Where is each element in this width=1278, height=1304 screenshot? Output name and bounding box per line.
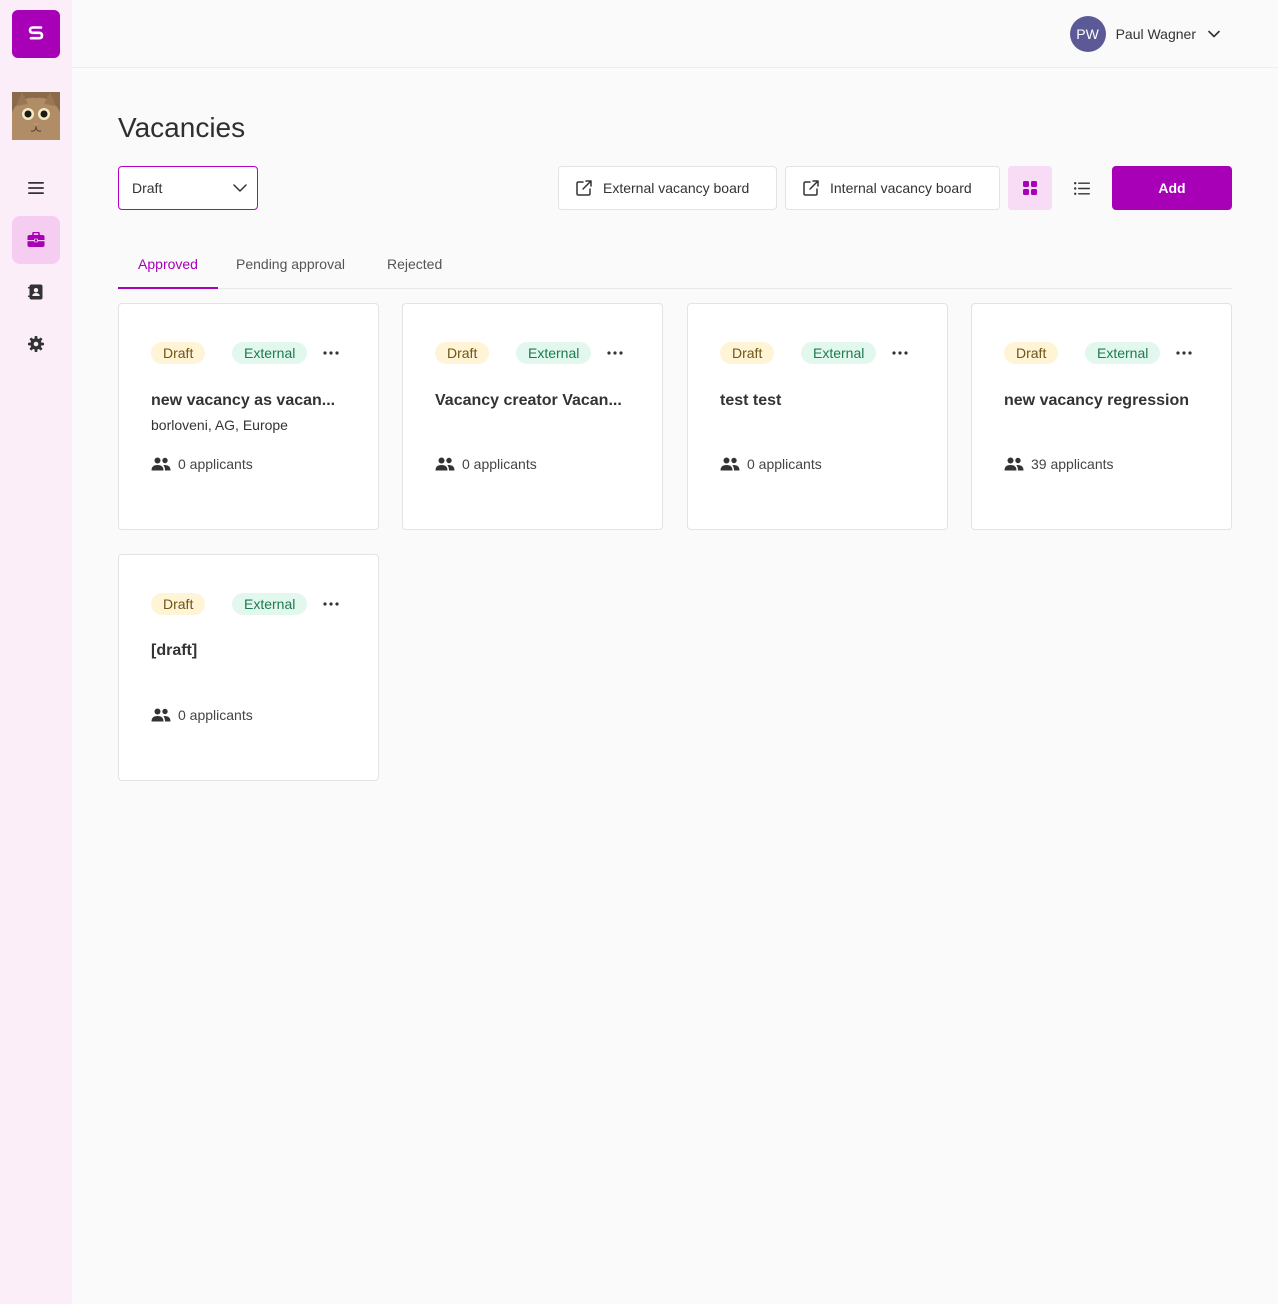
hamburger-icon [28, 182, 44, 194]
people-icon [151, 708, 171, 722]
tab-label: Pending approval [236, 256, 345, 272]
external-vacancy-board-label: External vacancy board [603, 180, 750, 196]
status-badge: Draft [151, 342, 206, 364]
cat-photo [12, 92, 60, 140]
more-options-button[interactable] [888, 342, 912, 364]
more-options-button[interactable] [1172, 342, 1196, 364]
applicants-count: 0 applicants [151, 456, 253, 472]
type-badge: External [516, 342, 592, 364]
vacancy-title: test test [720, 392, 782, 409]
people-icon [720, 457, 740, 471]
tab-pending-approval[interactable]: Pending approval [236, 240, 345, 288]
status-badge: Draft [720, 342, 775, 364]
briefcase-icon [27, 232, 45, 247]
more-dots-icon [1176, 351, 1192, 355]
type-badge: External [801, 342, 877, 364]
tab-label: Approved [138, 256, 198, 272]
list-view-button[interactable] [1060, 166, 1104, 210]
internal-vacancy-board-label: Internal vacancy board [830, 180, 972, 196]
grid-view-button[interactable] [1008, 166, 1052, 210]
status-filter-value: Draft [132, 180, 163, 196]
status-badge: Draft [435, 342, 490, 364]
more-dots-icon [892, 351, 908, 355]
people-icon [151, 457, 171, 471]
vacancy-card[interactable]: Draft External Vacancy creator Vacan... … [402, 303, 663, 530]
add-vacancy-button[interactable]: Add [1112, 166, 1232, 210]
logo-icon [28, 26, 44, 40]
external-vacancy-board-button[interactable]: External vacancy board [558, 166, 777, 210]
more-dots-icon [323, 602, 339, 606]
external-link-icon [803, 180, 819, 196]
user-menu[interactable]: PW Paul Wagner [1069, 16, 1220, 52]
more-dots-icon [607, 351, 623, 355]
vacancy-card[interactable]: Draft External test test 0 applicants [687, 303, 948, 530]
more-dots-icon [323, 351, 339, 355]
people-icon [1004, 457, 1024, 471]
external-link-icon [576, 180, 592, 196]
list-icon [1074, 181, 1090, 195]
applicants-count: 39 applicants [1004, 456, 1114, 472]
vacancy-title: [draft] [151, 642, 198, 659]
vacancy-card[interactable]: Draft External new vacancy regression 39… [971, 303, 1232, 530]
top-bar: PW Paul Wagner [72, 0, 1278, 68]
vacancy-title: new vacancy as vacan... [151, 392, 336, 409]
vacancy-card[interactable]: Draft External new vacancy as vacan... b… [118, 303, 379, 530]
applicants-label: 0 applicants [178, 456, 253, 472]
grid-icon [1023, 181, 1037, 195]
people-icon [435, 457, 455, 471]
sidebar [0, 0, 72, 1304]
type-badge: External [1085, 342, 1161, 364]
more-options-button[interactable] [319, 342, 343, 364]
applicants-label: 0 applicants [462, 456, 537, 472]
contact-book-icon [28, 284, 43, 300]
page-title: Vacancies [118, 112, 246, 143]
applicants-label: 0 applicants [747, 456, 822, 472]
applicants-label: 39 applicants [1031, 456, 1114, 472]
status-badge: Draft [1004, 342, 1059, 364]
status-tabs: Approved Pending approval Rejected [118, 240, 1232, 289]
user-name: Paul Wagner [1115, 26, 1196, 42]
chevron-down-icon [1208, 30, 1220, 38]
tab-approved[interactable]: Approved [118, 240, 218, 289]
sidebar-menu-toggle[interactable] [12, 164, 60, 212]
chevron-down-icon [233, 184, 247, 192]
sidebar-item-vacancies[interactable] [12, 216, 60, 264]
applicants-count: 0 applicants [435, 456, 537, 472]
vacancy-title: Vacancy creator Vacan... [435, 392, 622, 409]
applicants-label: 0 applicants [178, 707, 253, 723]
sidebar-item-settings[interactable] [12, 320, 60, 368]
app-logo[interactable] [12, 10, 60, 58]
more-options-button[interactable] [603, 342, 627, 364]
applicants-count: 0 applicants [720, 456, 822, 472]
type-badge: External [232, 342, 308, 364]
tab-rejected[interactable]: Rejected [387, 240, 442, 288]
tab-label: Rejected [387, 256, 443, 272]
company-avatar[interactable] [12, 92, 60, 140]
user-avatar: PW [1069, 16, 1106, 52]
vacancy-title: new vacancy regression [1004, 392, 1189, 409]
applicants-count: 0 applicants [151, 707, 253, 723]
status-badge: Draft [151, 593, 206, 615]
vacancy-card[interactable]: Draft External [draft] 0 applicants [118, 554, 379, 781]
type-badge: External [232, 593, 308, 615]
sidebar-item-contacts[interactable] [12, 268, 60, 316]
status-filter-select[interactable]: Draft [118, 166, 258, 210]
more-options-button[interactable] [319, 593, 343, 615]
gear-icon [28, 336, 44, 352]
vacancy-location: borloveni, AG, Europe [151, 417, 288, 433]
internal-vacancy-board-button[interactable]: Internal vacancy board [785, 166, 1000, 210]
